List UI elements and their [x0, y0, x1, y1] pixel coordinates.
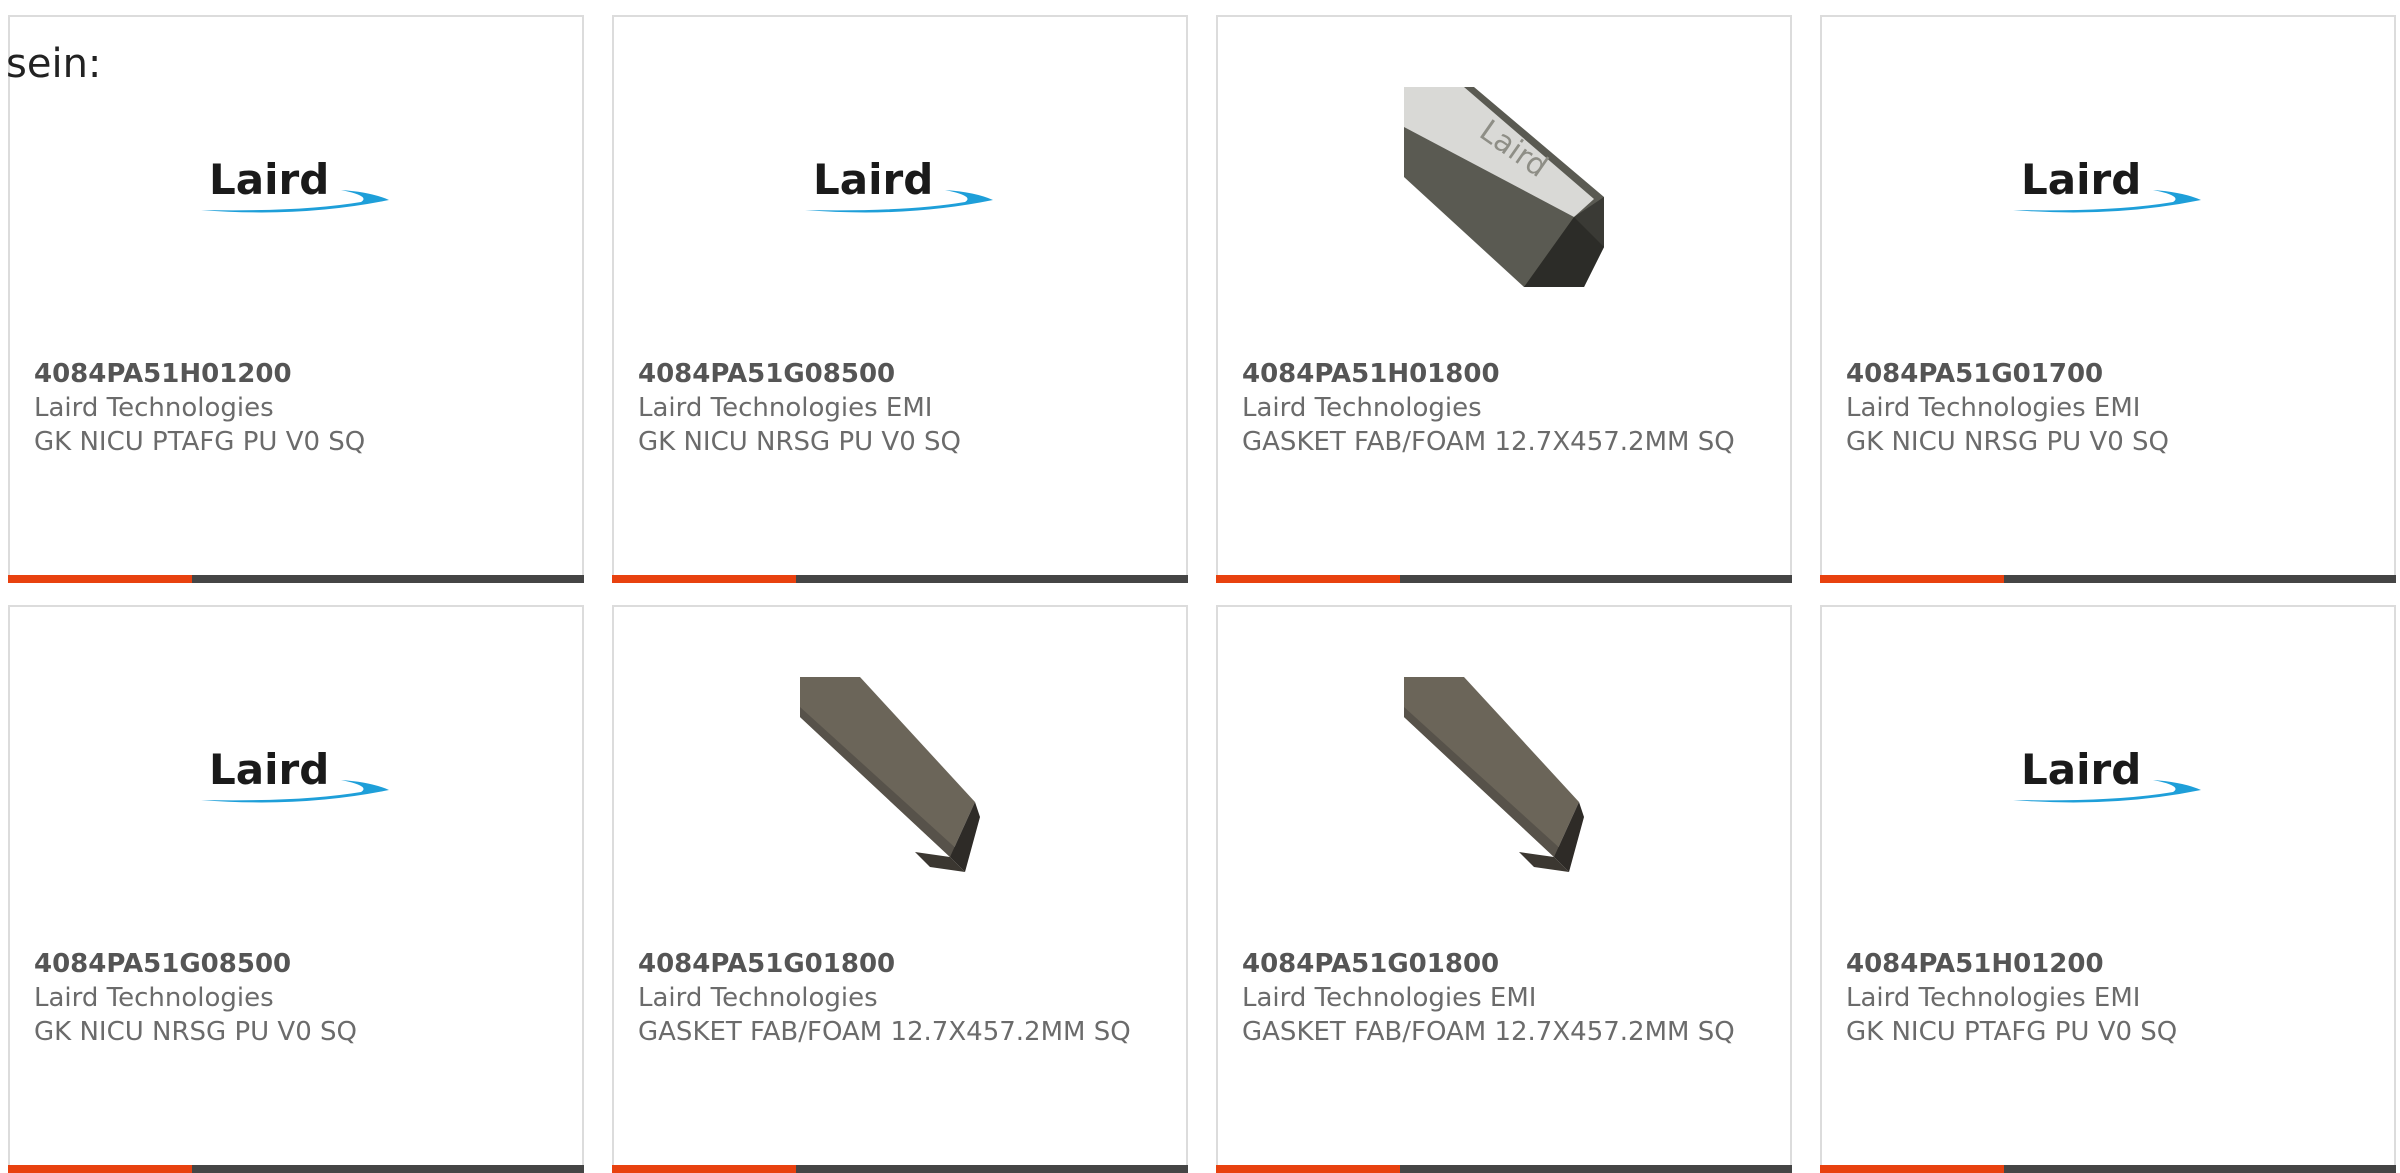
- product-card[interactable]: 4084PA51G01800 Laird Technologies EMI GA…: [1216, 605, 1792, 1173]
- part-number-link[interactable]: 4084PA51G01700: [1846, 357, 2374, 391]
- part-number-link[interactable]: 4084PA51G01800: [638, 947, 1166, 981]
- card-bottom-bar: [1216, 1165, 1792, 1173]
- card-bottom-bar: [612, 1165, 1188, 1173]
- description-label: GASKET FAB/FOAM 12.7X457.2MM SQ: [1242, 427, 1735, 457]
- part-number-link[interactable]: 4084PA51H01200: [34, 357, 562, 391]
- product-card[interactable]: Laird 4084PA51G01700 Laird Technologies …: [1820, 15, 2396, 583]
- manufacturer-label: Laird Technologies EMI: [638, 393, 933, 423]
- logo-wordmark: Laird: [209, 155, 329, 204]
- manufacturer-label: Laird Technologies: [638, 983, 878, 1013]
- product-card[interactable]: Laird 4084PA51H01200 Laird Technologies …: [1820, 605, 2396, 1173]
- card-bottom-bar: [8, 1165, 584, 1173]
- product-info: 4084PA51H01200 Laird Technologies EMI GK…: [1846, 947, 2374, 1049]
- laird-logo-icon: Laird: [191, 742, 401, 812]
- product-info: 4084PA51H01200 Laird Technologies GK NIC…: [34, 357, 562, 459]
- gasket-bar-photo-icon: [800, 677, 1000, 877]
- card-accent-bar: [612, 575, 796, 583]
- manufacturer-label: Laird Technologies EMI: [1242, 983, 1537, 1013]
- product-image[interactable]: [614, 677, 1186, 877]
- logo-wordmark: Laird: [2021, 155, 2141, 204]
- description-label: GASKET FAB/FOAM 12.7X457.2MM SQ: [1242, 1017, 1735, 1047]
- description-label: GK NICU NRSG PU V0 SQ: [34, 1017, 357, 1047]
- gasket-bar-photo-icon: [1404, 677, 1604, 877]
- card-accent-bar: [8, 575, 192, 583]
- description-label: GASKET FAB/FOAM 12.7X457.2MM SQ: [638, 1017, 1131, 1047]
- logo-wordmark: Laird: [813, 155, 933, 204]
- logo-wordmark: Laird: [209, 745, 329, 794]
- card-accent-bar: [8, 1165, 192, 1173]
- part-number-link[interactable]: 4084PA51H01200: [1846, 947, 2374, 981]
- laird-logo-icon: Laird: [795, 152, 1005, 222]
- part-number-link[interactable]: 4084PA51H01800: [1242, 357, 1770, 391]
- manufacturer-label: Laird Technologies EMI: [1846, 393, 2141, 423]
- manufacturer-label: Laird Technologies: [34, 393, 274, 423]
- laird-logo-icon: Laird: [2003, 152, 2213, 222]
- card-bottom-bar: [612, 575, 1188, 583]
- product-card[interactable]: Laird 4084PA51G08500 Laird Technologies …: [612, 15, 1188, 583]
- description-label: GK NICU NRSG PU V0 SQ: [1846, 427, 2169, 457]
- manufacturer-label: Laird Technologies EMI: [1846, 983, 2141, 1013]
- part-number-link[interactable]: 4084PA51G01800: [1242, 947, 1770, 981]
- product-info: 4084PA51G01800 Laird Technologies GASKET…: [638, 947, 1166, 1049]
- gasket-strip-photo-icon: Laird: [1404, 87, 1604, 287]
- product-info: 4084PA51H01800 Laird Technologies GASKET…: [1242, 357, 1770, 459]
- product-image[interactable]: Laird: [614, 87, 1186, 287]
- product-info: 4084PA51G08500 Laird Technologies GK NIC…: [34, 947, 562, 1049]
- card-accent-bar: [1820, 1165, 2004, 1173]
- manufacturer-label: Laird Technologies: [34, 983, 274, 1013]
- description-label: GK NICU PTAFG PU V0 SQ: [34, 427, 366, 457]
- product-image[interactable]: Laird: [1822, 677, 2394, 877]
- product-image[interactable]: Laird: [1218, 87, 1790, 287]
- card-bottom-bar: [1820, 1165, 2396, 1173]
- description-label: GK NICU PTAFG PU V0 SQ: [1846, 1017, 2178, 1047]
- product-info: 4084PA51G01800 Laird Technologies EMI GA…: [1242, 947, 1770, 1049]
- product-card[interactable]: Laird 4084PA51H01800 Laird Technologies …: [1216, 15, 1792, 583]
- laird-logo-icon: Laird: [2003, 742, 2213, 812]
- card-accent-bar: [1216, 575, 1400, 583]
- card-bottom-bar: [1216, 575, 1792, 583]
- card-accent-bar: [1820, 575, 2004, 583]
- product-image[interactable]: Laird: [10, 87, 582, 287]
- part-number-link[interactable]: 4084PA51G08500: [638, 357, 1166, 391]
- description-label: GK NICU NRSG PU V0 SQ: [638, 427, 961, 457]
- product-image[interactable]: [1218, 677, 1790, 877]
- part-number-link[interactable]: 4084PA51G08500: [34, 947, 562, 981]
- manufacturer-label: Laird Technologies: [1242, 393, 1482, 423]
- product-image[interactable]: Laird: [1822, 87, 2394, 287]
- product-card[interactable]: Laird 4084PA51G08500 Laird Technologies …: [8, 605, 584, 1173]
- product-card[interactable]: 4084PA51G01800 Laird Technologies GASKET…: [612, 605, 1188, 1173]
- card-bottom-bar: [1820, 575, 2396, 583]
- product-image[interactable]: Laird: [10, 677, 582, 877]
- card-bottom-bar: [8, 575, 584, 583]
- card-accent-bar: [612, 1165, 796, 1173]
- laird-logo-icon: Laird: [191, 152, 401, 222]
- product-info: 4084PA51G08500 Laird Technologies EMI GK…: [638, 357, 1166, 459]
- card-accent-bar: [1216, 1165, 1400, 1173]
- product-info: 4084PA51G01700 Laird Technologies EMI GK…: [1846, 357, 2374, 459]
- logo-wordmark: Laird: [2021, 745, 2141, 794]
- intro-text: sein:: [6, 41, 102, 87]
- product-card[interactable]: Laird 4084PA51H01200 Laird Technologies …: [8, 15, 584, 583]
